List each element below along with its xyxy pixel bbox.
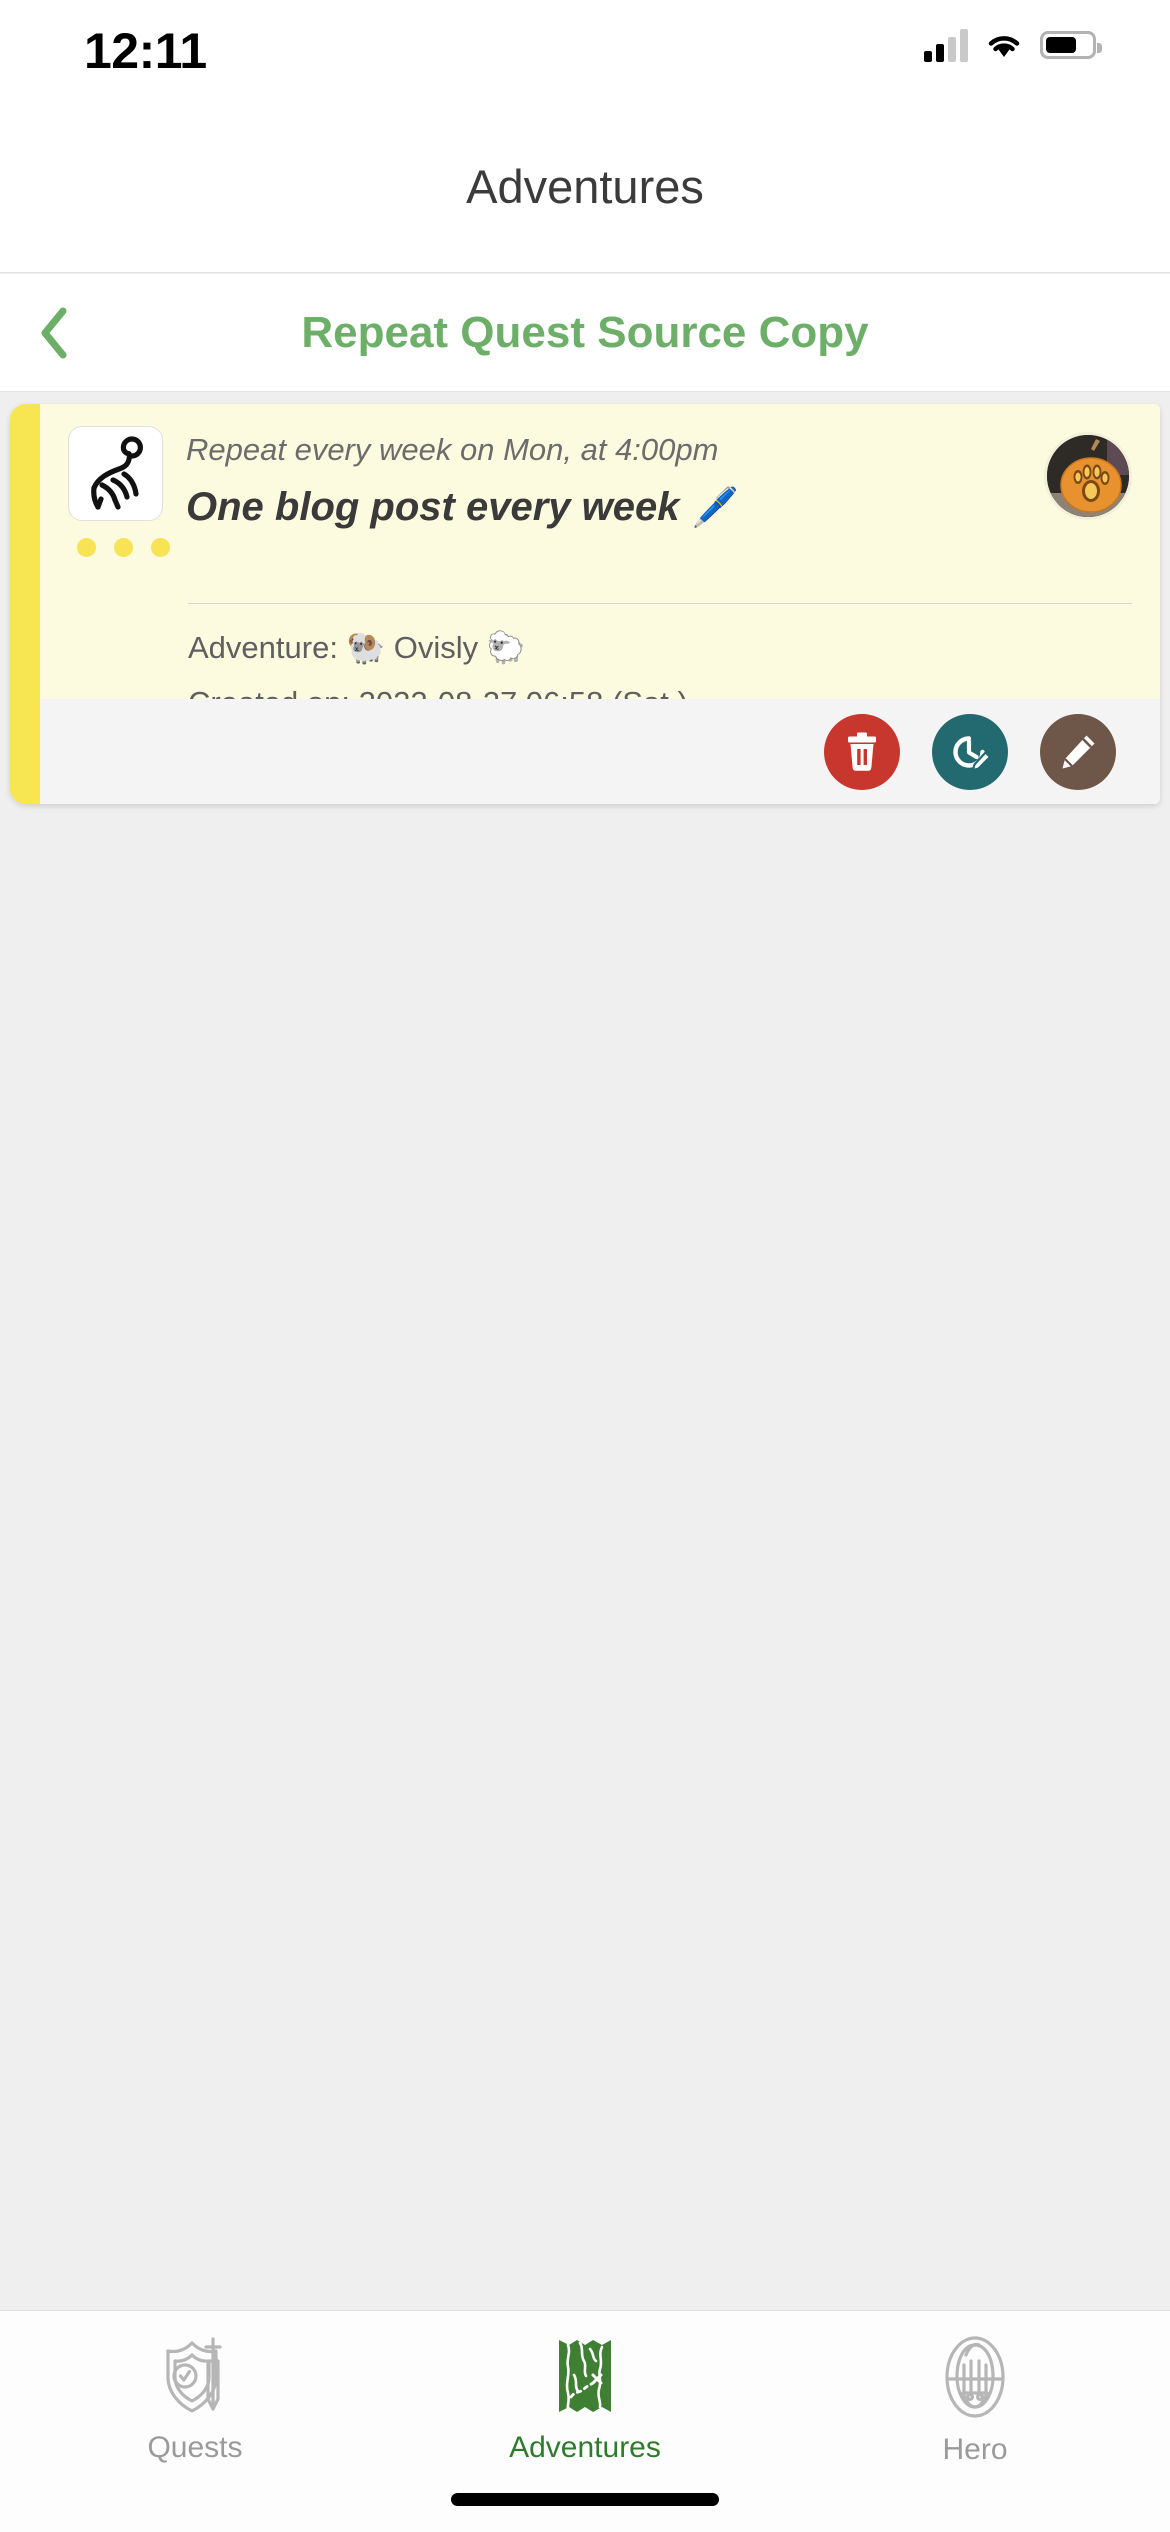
- detail-adventure: Adventure: 🐏 Ovisly 🐑: [188, 630, 526, 665]
- card-color-stripe: [10, 404, 40, 804]
- clock-edit-icon: [953, 735, 991, 771]
- pencil-icon: [1062, 735, 1095, 768]
- bottom-tab-bar: Quests Adventures Hero: [0, 2310, 1170, 2532]
- status-bar-indicators: [924, 28, 1102, 62]
- quest-icon-column: [68, 426, 186, 557]
- card-action-bar: [40, 699, 1160, 804]
- status-bar-time: 12:11: [84, 23, 207, 79]
- quest-title-row: One blog post every week 🖊️: [186, 482, 1012, 533]
- status-bar: 12:11: [0, 0, 1170, 100]
- tab-label-quests: Quests: [147, 2431, 243, 2464]
- difficulty-dot: [114, 538, 133, 557]
- goat-doodle-icon: [90, 435, 143, 510]
- tab-label-adventures: Adventures: [509, 2431, 661, 2464]
- difficulty-dot: [77, 538, 96, 557]
- quest-icon-box[interactable]: [68, 426, 163, 521]
- page-header: Adventures: [0, 100, 1170, 273]
- app-root: 12:11 Adventures Repeat Quest Source Cop…: [0, 0, 1170, 2532]
- tab-hero[interactable]: Hero: [780, 2311, 1170, 2467]
- reschedule-button[interactable]: [932, 713, 1008, 790]
- treasure-map-icon: [559, 2340, 611, 2412]
- cellular-signal-icon: [924, 28, 968, 62]
- quest-card: Repeat every week on Mon, at 4:00pm One …: [10, 404, 1160, 804]
- shield-sword-icon: [166, 2337, 222, 2413]
- battery-icon: [1040, 31, 1102, 59]
- edit-button[interactable]: [1040, 713, 1116, 790]
- trash-icon: [848, 732, 876, 771]
- tab-label-hero: Hero: [942, 2433, 1008, 2466]
- difficulty-dot: [151, 538, 170, 557]
- pumpkin-avatar[interactable]: [1044, 432, 1132, 520]
- avatar-column: [1012, 426, 1132, 520]
- quest-title: One blog post every week: [186, 485, 680, 530]
- tab-adventures[interactable]: Adventures: [390, 2311, 780, 2465]
- helmet-icon: [945, 2336, 1005, 2418]
- fountain-pen-icon: 🖊️: [691, 487, 739, 530]
- page-title: Adventures: [466, 159, 704, 213]
- back-button[interactable]: [6, 274, 102, 392]
- home-indicator: [451, 2493, 719, 2506]
- delete-button[interactable]: [824, 713, 900, 790]
- pumpkin-avatar-image: [1047, 435, 1129, 517]
- repeat-schedule-text: Repeat every week on Mon, at 4:00pm: [186, 432, 719, 467]
- card-divider: [188, 603, 1132, 604]
- chevron-left-icon: [41, 307, 67, 359]
- wifi-icon: [988, 36, 1020, 57]
- card-header-row: Repeat every week on Mon, at 4:00pm One …: [68, 426, 1132, 557]
- tab-quests[interactable]: Quests: [0, 2311, 390, 2465]
- sub-header-title: Repeat Quest Source Copy: [301, 307, 869, 357]
- sub-header: Repeat Quest Source Copy: [0, 274, 1170, 392]
- difficulty-dots: [77, 538, 186, 557]
- quest-text-column: Repeat every week on Mon, at 4:00pm One …: [186, 426, 1012, 533]
